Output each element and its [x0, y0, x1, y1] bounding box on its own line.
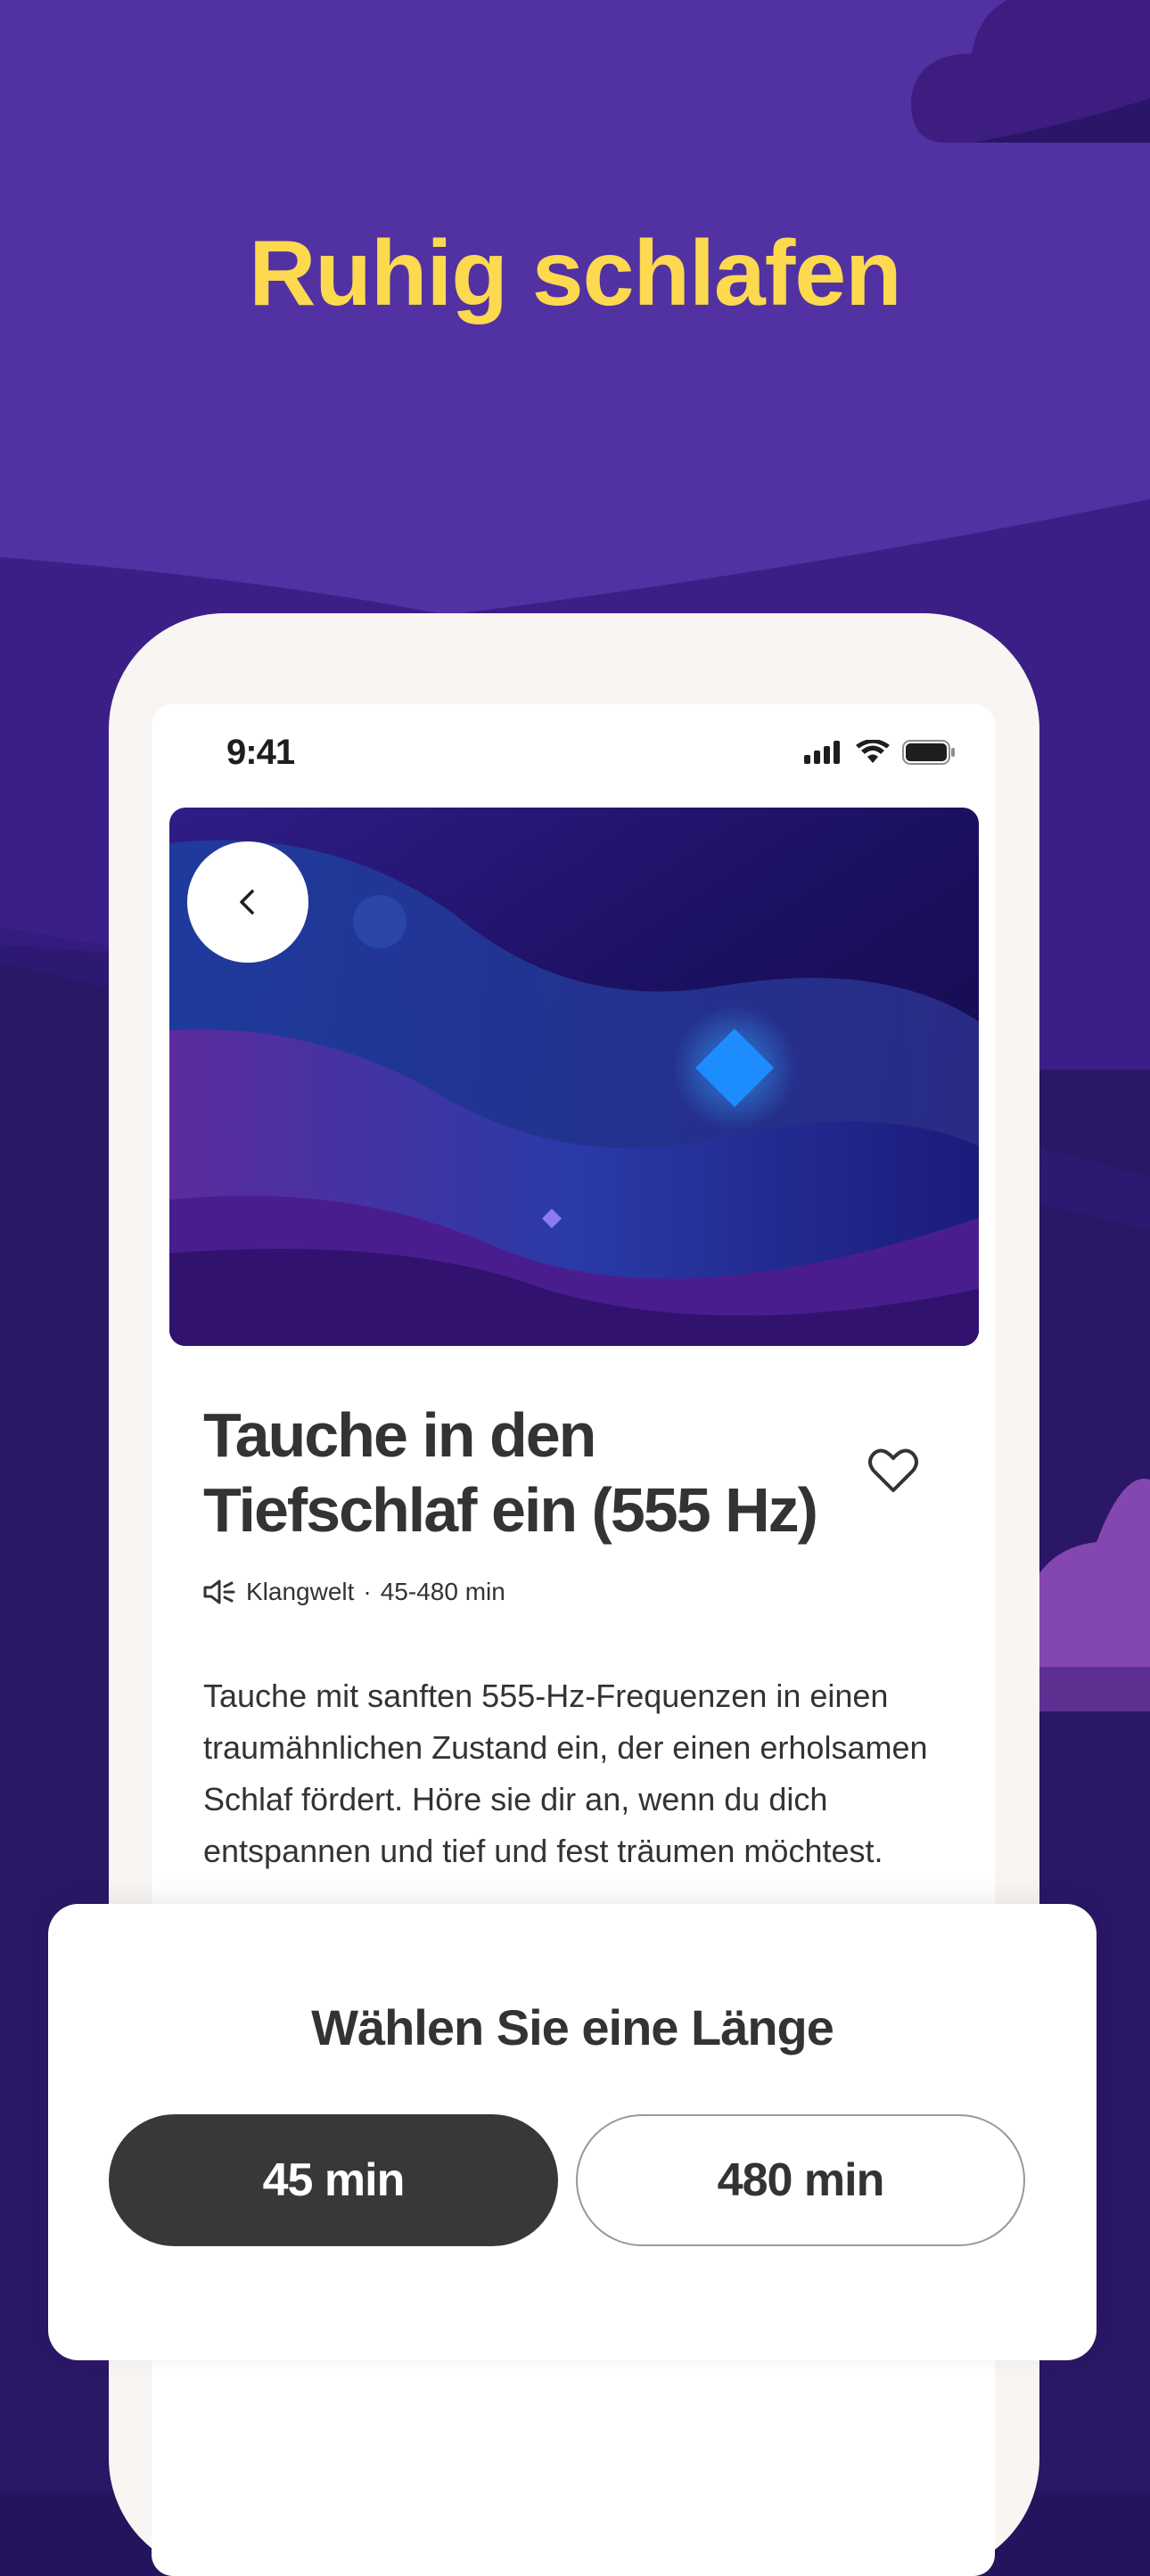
- back-button[interactable]: [187, 841, 308, 963]
- length-selection-sheet: Wählen Sie eine Länge 45 min 480 min: [48, 1904, 1097, 2360]
- length-option-45-button[interactable]: 45 min: [109, 2114, 558, 2246]
- session-artwork: [169, 808, 979, 1346]
- session-type: Klangwelt: [246, 1578, 355, 1605]
- back-chevron-icon: [240, 890, 254, 915]
- length-option-480-button[interactable]: 480 min: [576, 2114, 1025, 2246]
- session-description: Tauche mit sanften 555-Hz-Frequenzen in …: [203, 1678, 928, 1869]
- battery-icon: [902, 740, 955, 765]
- signal-icon: [804, 741, 840, 764]
- sheet-title: Wählen Sie eine Länge: [311, 1999, 834, 2055]
- meta-separator: ·: [363, 1578, 372, 1605]
- heart-icon[interactable]: [867, 1444, 920, 1497]
- session-title-line1: Tauche in den: [203, 1400, 596, 1470]
- session-title: Tauche in den Tiefschlaf ein (555 Hz): [203, 1398, 827, 1547]
- status-time: 9:41: [226, 733, 295, 772]
- session-duration: 45-480 min: [380, 1578, 505, 1605]
- page-headline: Ruhig schlafen: [249, 222, 901, 325]
- wifi-icon: [856, 740, 890, 763]
- speaker-icon: [203, 1579, 235, 1604]
- session-title-line2: Tiefschlaf ein (555 Hz): [203, 1475, 818, 1545]
- session-meta: Klangwelt · 45-480 min: [203, 1578, 505, 1606]
- status-icons: [804, 740, 956, 765]
